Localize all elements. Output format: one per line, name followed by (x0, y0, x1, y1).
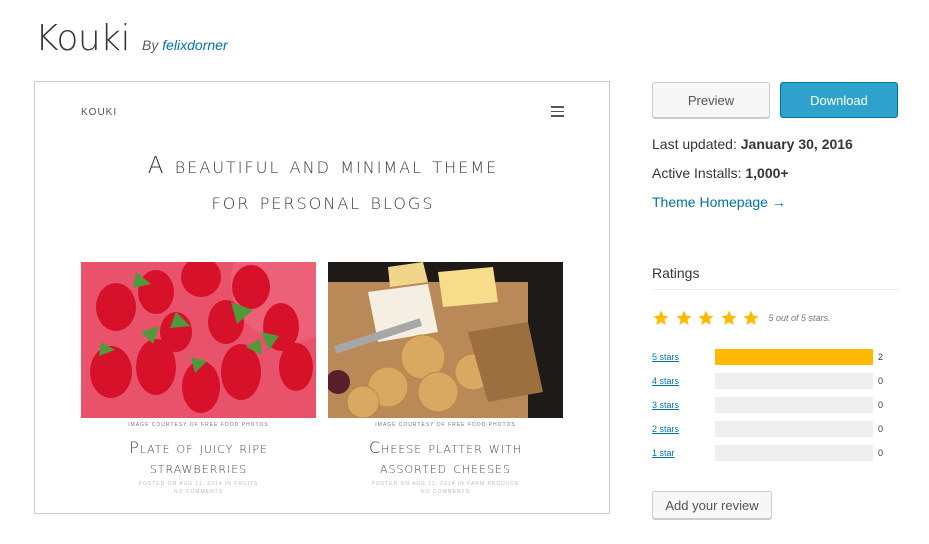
screenshot-brand: KOUKI (81, 107, 118, 118)
active-installs-value: 1,000+ (745, 165, 789, 181)
post-meta-line: NO COMMENTS (173, 489, 224, 495)
rating-count: 2 (878, 352, 884, 362)
ratings-heading: Ratings (652, 265, 898, 290)
screenshot-post: IMAGE COURTESY OF FREE FOOD PHOTOS Plate… (81, 262, 316, 496)
star-icon (653, 310, 669, 325)
download-button[interactable]: Download (780, 82, 898, 118)
post-meta: POSTED ON AUG 11, 2014 IN FRUITS NO COMM… (81, 480, 316, 496)
post-title: Plate of juicy ripe strawberries (81, 438, 316, 478)
star-icon (676, 310, 691, 325)
theme-screenshot: KOUKI A beautiful and minimal theme for … (34, 81, 610, 514)
preview-button[interactable]: Preview (652, 82, 770, 118)
rating-row-2: 2 stars 0 (652, 421, 898, 437)
post-title-line: Cheese platter with (368, 438, 523, 457)
theme-header: Kouki By felixdorner (35, 18, 228, 59)
active-installs: Active Installs: 1,000+ (652, 165, 789, 181)
post-title-line: strawberries (149, 458, 248, 477)
screenshot-heading: A beautiful and minimal theme for person… (35, 148, 609, 220)
star-rating: 5 out of 5 stars. (652, 309, 831, 327)
screenshot-heading-line: A beautiful and minimal theme (147, 153, 499, 179)
rating-link-2-stars[interactable]: 2 stars (652, 424, 715, 434)
theme-title: Kouki (35, 18, 131, 59)
star-icon (721, 310, 736, 325)
screenshot-heading-line: for personal blogs (211, 189, 435, 215)
post-image-credit: IMAGE COURTESY OF FREE FOOD PHOTOS (128, 422, 269, 428)
rating-summary: 5 out of 5 stars. (768, 313, 831, 323)
rating-row-5: 5 stars 2 (652, 349, 898, 365)
last-updated-value: January 30, 2016 (740, 136, 853, 152)
rating-row-1: 1 star 0 (652, 445, 898, 461)
rating-count: 0 (878, 376, 884, 386)
post-meta-line: NO COMMENTS (420, 489, 471, 495)
rating-bar (715, 373, 873, 389)
star-icon (698, 310, 714, 325)
rating-row-3: 3 stars 0 (652, 397, 898, 413)
post-title-line: Plate of juicy ripe (129, 438, 268, 457)
last-updated-label: Last updated: (652, 136, 737, 152)
rating-bar (715, 349, 873, 365)
post-meta-line: POSTED ON AUG 11, 2014 IN FRUITS (138, 481, 259, 487)
screenshot-post: IMAGE COURTESY OF FREE FOOD PHOTOS Chees… (328, 262, 563, 496)
rating-link-3-stars[interactable]: 3 stars (652, 400, 715, 410)
rating-count: 0 (878, 400, 884, 410)
post-meta-line: POSTED ON AUG 11, 2014 IN FARM PRODUCE (371, 481, 520, 487)
theme-homepage-link[interactable]: Theme Homepage → (652, 194, 786, 210)
cheese-platter-image (328, 262, 563, 418)
author-link[interactable]: felixdorner (162, 37, 227, 53)
rating-link-1-star[interactable]: 1 star (652, 448, 715, 458)
active-installs-label: Active Installs: (652, 165, 742, 181)
last-updated: Last updated: January 30, 2016 (652, 136, 853, 152)
hamburger-menu-icon (551, 106, 564, 117)
add-review-button[interactable]: Add your review (652, 491, 772, 519)
rating-link-5-stars[interactable]: 5 stars (652, 352, 715, 362)
rating-link-4-stars[interactable]: 4 stars (652, 376, 715, 386)
rating-count: 0 (878, 424, 884, 434)
post-title-line: assorted cheeses (380, 458, 511, 477)
rating-bar (715, 397, 873, 413)
strawberries-image (81, 262, 316, 418)
rating-row-4: 4 stars 0 (652, 373, 898, 389)
byline: By felixdorner (142, 37, 228, 53)
rating-bar (715, 421, 873, 437)
byline-prefix: By (142, 37, 159, 53)
post-title: Cheese platter with assorted cheeses (328, 438, 563, 478)
rating-count: 0 (878, 448, 884, 458)
star-icon (743, 310, 759, 325)
post-meta: POSTED ON AUG 11, 2014 IN FARM PRODUCE N… (328, 480, 563, 496)
post-image-credit: IMAGE COURTESY OF FREE FOOD PHOTOS (375, 422, 516, 428)
rating-bar (715, 445, 873, 461)
